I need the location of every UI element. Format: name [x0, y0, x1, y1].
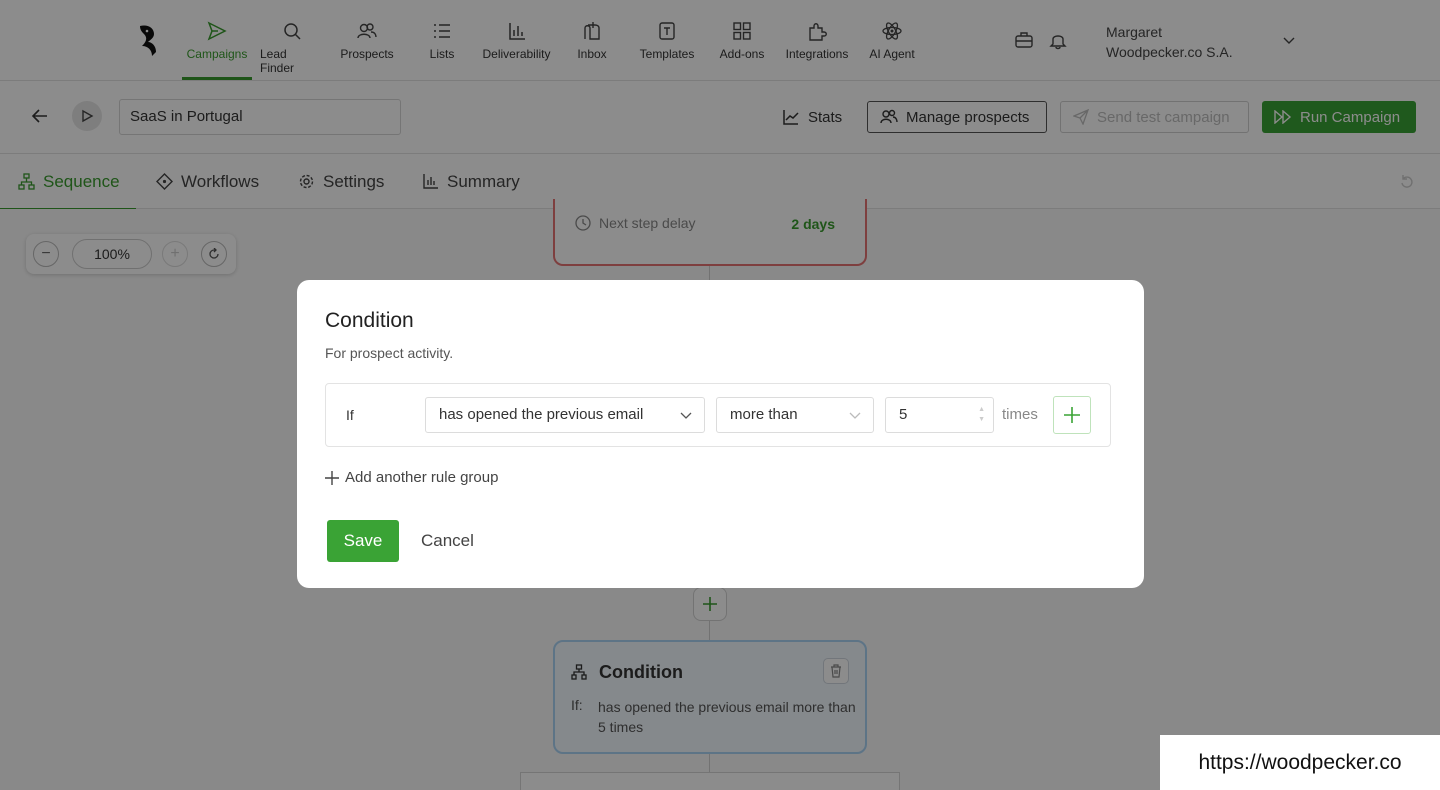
website-url-badge: https://woodpecker.co — [1160, 735, 1440, 790]
unit-label: times — [1002, 406, 1038, 423]
modal-title: Condition — [325, 309, 414, 332]
count-input[interactable]: 5 ▲ ▼ — [885, 397, 994, 433]
condition-modal: Condition For prospect activity. If has … — [297, 280, 1144, 588]
rule-group: If has opened the previous email more th… — [325, 383, 1111, 447]
add-rule-group-link[interactable]: Add another rule group — [325, 469, 498, 486]
chevron-down-icon — [849, 412, 861, 419]
plus-icon — [325, 470, 339, 485]
event-select[interactable]: has opened the previous email — [425, 397, 705, 433]
if-label: If — [346, 407, 354, 423]
event-value: has opened the previous email — [439, 406, 644, 423]
save-button[interactable]: Save — [327, 520, 399, 562]
count-value: 5 — [899, 406, 908, 423]
chevron-down-icon — [680, 412, 692, 419]
cancel-button[interactable]: Cancel — [421, 531, 474, 551]
modal-subtitle: For prospect activity. — [325, 345, 454, 361]
plus-icon — [1064, 407, 1080, 423]
comparator-value: more than — [730, 406, 798, 423]
number-stepper[interactable]: ▲ ▼ — [978, 405, 985, 425]
comparator-select[interactable]: more than — [716, 397, 874, 433]
add-group-label: Add another rule group — [345, 469, 499, 486]
add-rule-button[interactable] — [1053, 396, 1091, 434]
